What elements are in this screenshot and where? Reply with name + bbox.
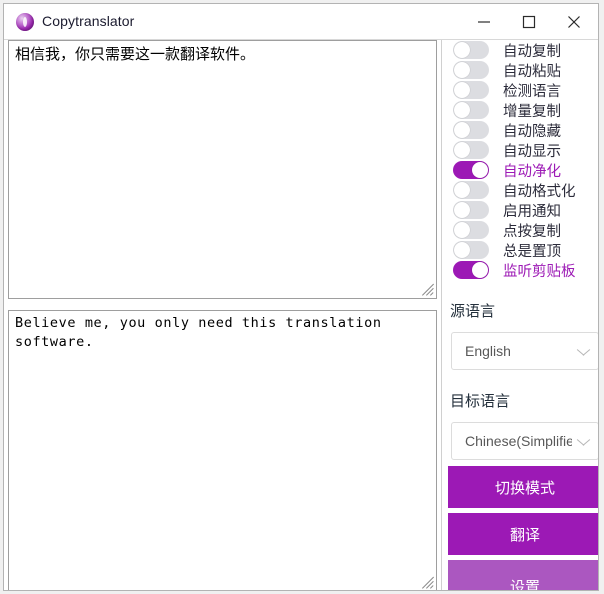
window-title: Copytranslator [42,13,135,29]
target-text: Believe me, you only need this translati… [15,315,391,350]
toggle-knob [454,222,470,238]
toggle-switch[interactable] [453,181,489,199]
switch-row[interactable]: 自动隐藏 [442,120,598,140]
switch-label: 自动格式化 [503,183,576,200]
target-textarea[interactable]: Believe me, you only need this translati… [8,310,437,590]
application-window: Copytranslator 相信我，你只需要这一款翻译软件。 Believe … [3,3,599,591]
target-language-value: Chinese(Simplified) [465,433,572,449]
close-button[interactable] [551,4,596,39]
toggle-switch[interactable] [453,261,489,279]
source-text: 相信我，你只需要这一款翻译软件。 [15,45,256,63]
switch-list: 自动复制自动粘贴检测语言增量复制自动隐藏自动显示自动净化自动格式化启用通知点按复… [442,40,598,280]
switch-row[interactable]: 自动净化 [442,160,598,180]
toggle-switch[interactable] [453,141,489,159]
switch-label: 点按复制 [503,223,561,240]
switch-row[interactable]: 增量复制 [442,100,598,120]
source-textarea[interactable]: 相信我，你只需要这一款翻译软件。 [8,40,437,299]
toggle-knob [454,62,470,78]
toggle-knob [454,242,470,258]
toggle-switch[interactable] [453,241,489,259]
chevron-down-icon [577,436,590,449]
toggle-knob [454,82,470,98]
translate-button[interactable]: 翻译 [448,513,598,555]
switch-label: 监听剪贴板 [503,263,576,280]
switch-label: 自动粘贴 [503,63,561,80]
switch-row[interactable]: 自动格式化 [442,180,598,200]
toggle-knob [454,202,470,218]
switch-row[interactable]: 自动显示 [442,140,598,160]
toggle-switch[interactable] [453,121,489,139]
switch-row[interactable]: 自动复制 [442,40,598,60]
source-language-label: 源语言 [450,302,496,320]
toggle-switch[interactable] [453,61,489,79]
chevron-down-icon [577,346,590,359]
switch-row[interactable]: 总是置顶 [442,240,598,260]
toggle-switch[interactable] [453,101,489,119]
switch-row[interactable]: 自动粘贴 [442,60,598,80]
switch-row[interactable]: 检测语言 [442,80,598,100]
switch-row[interactable]: 启用通知 [442,200,598,220]
source-language-select[interactable]: English [451,332,598,370]
toggle-knob [472,262,488,278]
toggle-knob [454,102,470,118]
settings-button[interactable]: 设置 [448,560,598,590]
toggle-knob [454,42,470,58]
switch-mode-button[interactable]: 切换模式 [448,466,598,508]
toggle-switch[interactable] [453,41,489,59]
toggle-knob [454,182,470,198]
toggle-knob [454,142,470,158]
toggle-switch[interactable] [453,221,489,239]
switch-label: 增量复制 [503,103,561,120]
switch-label: 自动复制 [503,43,561,60]
toggle-switch[interactable] [453,161,489,179]
toggle-switch[interactable] [453,201,489,219]
switch-label: 自动净化 [503,163,561,180]
minimize-button[interactable] [461,4,506,39]
resize-grip-icon[interactable] [420,575,435,589]
target-language-label: 目标语言 [450,392,511,410]
maximize-icon [522,15,535,28]
maximize-button[interactable] [506,4,551,39]
switch-label: 启用通知 [503,203,561,220]
switch-row[interactable]: 点按复制 [442,220,598,240]
switch-label: 自动显示 [503,143,561,160]
options-panel: 自动复制自动粘贴检测语言增量复制自动隐藏自动显示自动净化自动格式化启用通知点按复… [441,40,598,590]
close-icon [567,15,580,28]
toggle-switch[interactable] [453,81,489,99]
minimize-icon [477,20,490,23]
app-globe-icon [16,13,34,31]
switch-label: 总是置顶 [503,243,561,260]
toggle-knob [454,122,470,138]
title-bar: Copytranslator [4,4,598,40]
target-language-select[interactable]: Chinese(Simplified) [451,422,598,460]
switch-label: 自动隐藏 [503,123,561,140]
switch-row[interactable]: 监听剪贴板 [442,260,598,280]
source-language-value: English [465,343,511,359]
editor-column: 相信我，你只需要这一款翻译软件。 Believe me, you only ne… [4,40,441,590]
resize-grip-icon[interactable] [420,282,435,296]
toggle-knob [472,162,488,178]
switch-label: 检测语言 [503,83,561,100]
